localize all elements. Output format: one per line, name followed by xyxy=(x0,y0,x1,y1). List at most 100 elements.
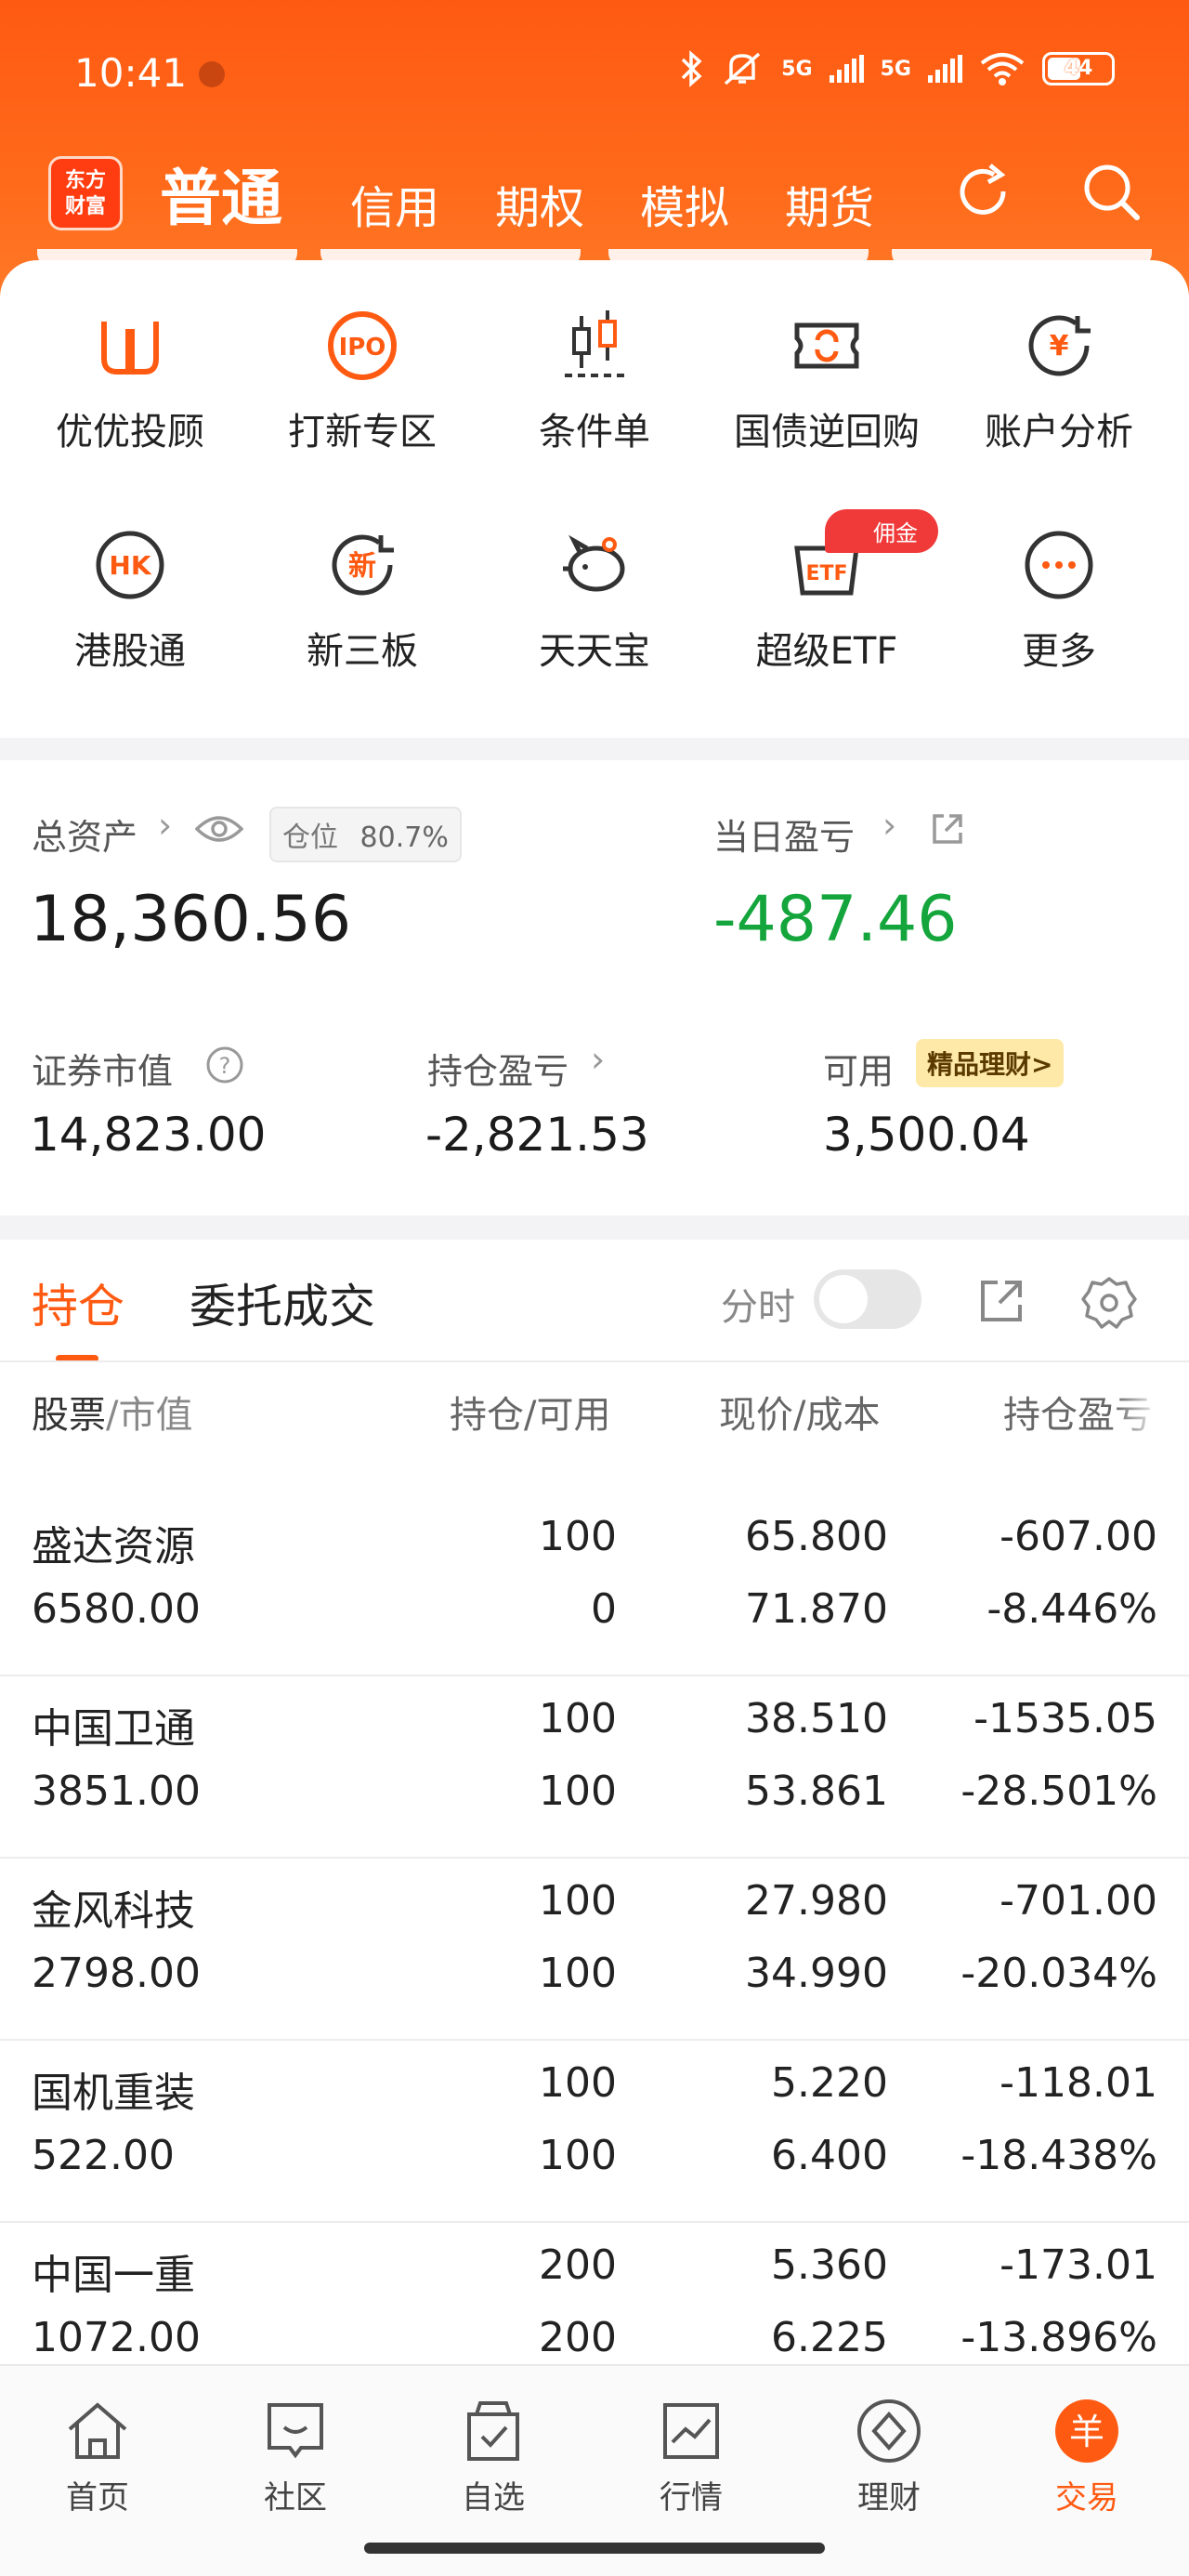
settings-gear-icon[interactable] xyxy=(1081,1275,1137,1331)
recording-indicator-icon xyxy=(199,61,225,87)
search-icon[interactable] xyxy=(1078,158,1144,225)
holding-pl-pct: -18.438% xyxy=(960,2132,1157,2179)
tab-holdings[interactable]: 持仓 xyxy=(32,1269,124,1336)
holding-pl: -607.00 xyxy=(1000,1513,1157,1560)
grid-item-label: 打新专区 xyxy=(288,411,437,453)
signal-bars-icon-1 xyxy=(829,55,864,83)
holding-row[interactable]: 中国卫通 3851.00 100 100 38.510 53.861 -1535.05 -28… xyxy=(0,1676,1189,1859)
nav-market[interactable]: 行情 xyxy=(621,2394,761,2517)
header-hold[interactable]: 持仓/可用 xyxy=(450,1385,610,1439)
daily-pl-label[interactable]: 当日盈亏 xyxy=(713,808,855,860)
svg-text:?: ? xyxy=(219,1053,231,1079)
holding-cost: 6.400 xyxy=(771,2132,888,2179)
holding-row[interactable]: 国机重装 522.00 100 100 5.220 6.400 -118.01 -18.438… xyxy=(0,2041,1189,2223)
watchlist-icon xyxy=(467,2401,519,2461)
holding-market-value: 2798.00 xyxy=(32,1950,201,1997)
holding-pl: -1535.05 xyxy=(973,1695,1157,1742)
grid-item-label: 国债逆回购 xyxy=(734,411,920,453)
tab-simulation[interactable]: 模拟 xyxy=(640,171,729,236)
tab-futures[interactable]: 期货 xyxy=(785,171,874,236)
holding-pl-pct: -13.896% xyxy=(960,2314,1157,2361)
daily-pl-value: -487.46 xyxy=(713,883,958,956)
candlestick-icon xyxy=(565,310,624,377)
hold-pl-label[interactable]: 持仓盈亏 xyxy=(427,1043,568,1094)
grid-item-label: 优优投顾 xyxy=(56,411,204,453)
grid-item-uu-advisor[interactable]: 优优投顾 xyxy=(19,307,242,455)
tab-ordinary[interactable]: 普通 xyxy=(160,149,282,238)
holding-row[interactable]: 金风科技 2798.00 100 100 27.980 34.990 -701.00 -20.… xyxy=(0,1859,1189,2041)
tab-options[interactable]: 期权 xyxy=(495,171,584,236)
holding-pl-pct: -8.446% xyxy=(986,1585,1157,1633)
holding-quantity: 100 xyxy=(539,1513,617,1560)
top-nav: 东方 财富 普通 信用 期权 模拟 期货 xyxy=(48,149,1144,234)
hold-pl-value: -2,821.53 xyxy=(425,1108,649,1162)
header-pl[interactable]: 持仓盈亏 xyxy=(1003,1385,1161,1439)
grid-item-ipo[interactable]: IPO 打新专区 xyxy=(251,307,474,455)
grid-item-account-analysis[interactable]: ¥ 账户分析 xyxy=(947,307,1170,455)
grid-item-hk-connect[interactable]: HK 港股通 xyxy=(19,526,242,675)
nav-label: 行情 xyxy=(660,2479,723,2517)
svg-text:¥: ¥ xyxy=(1050,330,1069,362)
nav-label: 首页 xyxy=(66,2479,129,2517)
svg-text:羊: 羊 xyxy=(1069,2412,1104,2452)
chevron-right-icon: › xyxy=(591,1039,606,1080)
holding-market-value: 522.00 xyxy=(32,2132,175,2179)
nav-label: 理财 xyxy=(857,2479,921,2517)
holding-pl: -118.01 xyxy=(1000,2059,1157,2107)
holding-cost: 53.861 xyxy=(745,1768,888,1815)
ipo-icon: IPO xyxy=(328,311,397,380)
nav-trade[interactable]: 羊 交易 xyxy=(1017,2394,1156,2517)
network-5g-label-2: 5G xyxy=(880,57,911,81)
mute-icon xyxy=(725,52,761,85)
nav-wealth[interactable]: 理财 xyxy=(819,2394,959,2517)
external-link-icon[interactable] xyxy=(929,810,966,848)
logo-text-top: 东方 xyxy=(64,169,106,192)
svg-text:新: 新 xyxy=(348,550,376,583)
refresh-icon[interactable] xyxy=(949,158,1016,225)
holding-price: 5.360 xyxy=(771,2241,888,2289)
svg-text:ETF: ETF xyxy=(805,562,847,585)
network-5g-label-1: 5G xyxy=(781,57,813,81)
logo-text-bottom: 财富 xyxy=(64,195,106,218)
home-indicator[interactable] xyxy=(364,2543,825,2554)
wifi-icon xyxy=(980,53,1025,85)
battery-level: 44 xyxy=(1064,57,1093,80)
tab-orders[interactable]: 委托成交 xyxy=(189,1269,375,1336)
chevron-right-icon: › xyxy=(882,805,897,846)
timeshare-toggle[interactable] xyxy=(814,1269,921,1329)
wealth-icon xyxy=(857,2399,921,2463)
grid-item-more[interactable]: 更多 xyxy=(947,526,1170,675)
signal-bars-icon-2 xyxy=(928,55,962,83)
chevron-right-icon: › xyxy=(158,805,173,846)
tab-credit[interactable]: 信用 xyxy=(350,171,439,236)
assets-summary: 总资产 › 仓位 80.7% 18,360.56 当日盈亏 › -487.46 … xyxy=(0,760,1189,1216)
grid-item-neeq[interactable]: 新 新三板 xyxy=(251,526,474,675)
header-stock[interactable]: 股票/市值 xyxy=(32,1385,192,1439)
help-icon[interactable]: ? xyxy=(204,1045,245,1085)
eye-icon[interactable] xyxy=(195,812,243,846)
grid-item-treasury-repo[interactable]: 国债逆回购 xyxy=(715,307,938,455)
holding-available: 100 xyxy=(539,1950,617,1997)
header-price[interactable]: 现价/成本 xyxy=(719,1385,880,1439)
nav-watchlist[interactable]: 自选 xyxy=(424,2394,563,2517)
wealth-chip[interactable]: 精品理财> xyxy=(916,1039,1065,1087)
total-assets-label[interactable]: 总资产 xyxy=(32,808,137,860)
grid-item-conditional-order[interactable]: 条件单 xyxy=(483,307,706,455)
app-logo[interactable]: 东方 财富 xyxy=(48,156,123,230)
wealth-chip-label: 精品理财> xyxy=(927,1049,1053,1080)
holding-pl: -173.01 xyxy=(1000,2241,1157,2289)
share-export-icon[interactable] xyxy=(975,1275,1027,1327)
holding-row[interactable]: 盛达资源 6580.00 100 0 65.800 71.870 -607.00 -8.446… xyxy=(0,1494,1189,1676)
community-icon xyxy=(268,2403,323,2459)
available-value: 3,500.04 xyxy=(823,1108,1030,1162)
grid-item-label: 天天宝 xyxy=(539,630,650,673)
holding-cost: 34.990 xyxy=(745,1950,888,1997)
holding-market-value: 6580.00 xyxy=(32,1585,201,1633)
nav-home[interactable]: 首页 xyxy=(28,2394,167,2517)
holding-available: 0 xyxy=(591,1585,617,1633)
grid-item-tiantianbao[interactable]: 天天宝 xyxy=(483,526,706,675)
piggy-bank-icon xyxy=(563,534,625,592)
nav-community[interactable]: 社区 xyxy=(226,2394,365,2517)
divider xyxy=(0,1360,1189,1362)
position-chip: 仓位 80.7% xyxy=(269,807,462,862)
